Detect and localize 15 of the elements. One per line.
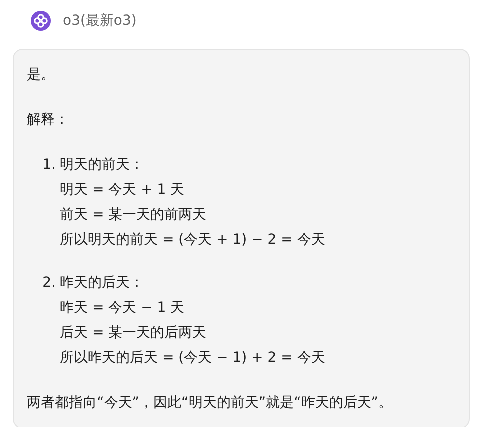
message-text: 是。 [27,66,55,85]
explanation-line: 所以明天的前天 = (今天 + 1) − 2 = 今天 [60,231,326,250]
explanation-line: 后天 = 某一天的后两天 [60,324,207,343]
explanation-line: 前天 = 某一天的前两天 [60,206,207,225]
list-item-title: 明天的前天： [60,156,144,175]
explanation-line: 所以昨天的后天 = (今天 − 1) + 2 = 今天 [60,349,326,368]
list-item-title: 昨天的后天： [60,274,144,293]
message-text: 两者都指向“今天”，因此“明天的前天”就是“昨天的后天”。 [27,394,393,413]
message-text: 解释： [27,111,69,130]
model-name: o3(最新o3) [63,12,137,30]
list-number: 1. [42,156,57,175]
logo-icon [31,11,51,31]
explanation-line: 明天 = 今天 + 1 天 [60,181,185,200]
list-number: 2. [42,274,57,293]
explanation-line: 昨天 = 今天 − 1 天 [60,299,185,318]
